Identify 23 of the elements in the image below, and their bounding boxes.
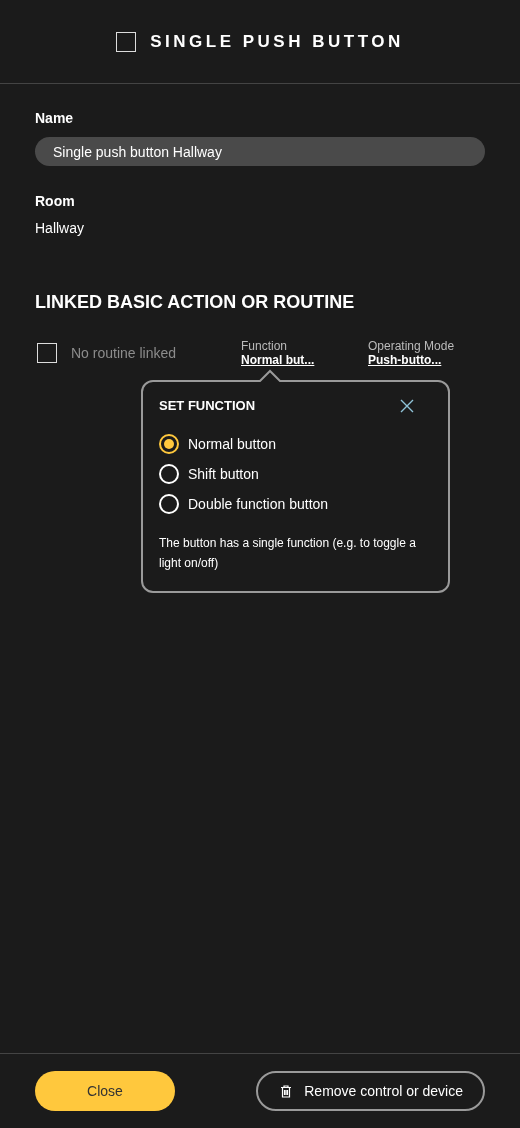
section-title: LINKED BASIC ACTION OR ROUTINE [35, 292, 356, 313]
radio-option[interactable]: Shift button [159, 459, 432, 489]
remove-button[interactable]: Remove control or device [256, 1071, 485, 1111]
close-button[interactable]: Close [35, 1071, 175, 1111]
field-label: Room [35, 193, 76, 209]
routine-label: No routine linked [71, 345, 178, 361]
radio-icon[interactable] [159, 434, 179, 454]
room-value: Hallway [35, 220, 85, 236]
setting-link[interactable]: Normal but... [241, 353, 368, 367]
square-icon [116, 31, 137, 52]
setting-link[interactable]: Push-butto... [368, 353, 455, 367]
trash-icon [280, 1084, 293, 1098]
close-icon[interactable] [400, 398, 414, 413]
description-text: The button has a single function (e.g. to toggle a light on/off) [159, 535, 417, 572]
setting-label: Function [241, 339, 289, 353]
setting-label: Operating Mode [368, 339, 455, 353]
popover-title: SET FUNCTION [159, 398, 256, 413]
name-field[interactable]: Single push button Hallway [35, 137, 485, 166]
checkbox[interactable] [37, 343, 57, 363]
radio-option[interactable]: Normal button [159, 429, 432, 459]
page-title: SINGLE PUSH BUTTON [150, 31, 404, 52]
radio-option[interactable]: Double function button [159, 489, 432, 519]
field-label: Name [35, 110, 75, 126]
